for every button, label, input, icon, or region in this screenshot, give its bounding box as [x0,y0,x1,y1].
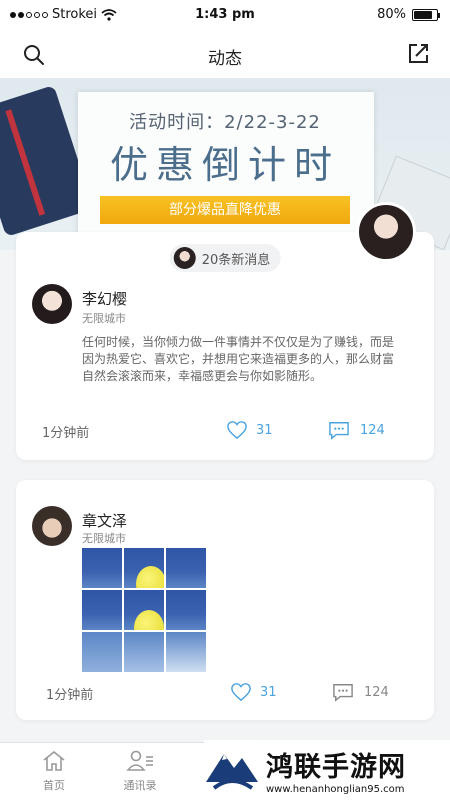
post-time: 1分钟前 [42,426,90,441]
photo-tile[interactable] [124,632,164,672]
banner-headline: 优惠倒计时 [109,143,340,187]
photo-tile[interactable] [82,590,122,630]
photo-tile[interactable] [166,548,206,588]
post-card: 20条新消息 李幻樱 无限城市 任何时候，当你倾力做一件事情并不仅仅是为了赚钱，… [16,232,434,460]
tab-contacts-label: 通讯录 [123,779,157,792]
comment-button[interactable]: 124 [328,420,385,440]
like-button[interactable]: 31 [230,682,277,702]
tab-home-label: 首页 [43,779,65,792]
photo-tile[interactable] [82,548,122,588]
comment-button[interactable]: 124 [332,682,389,702]
home-icon [43,750,65,771]
banner-ribbon: 部分爆品直降优惠 [88,196,362,230]
photo-tile[interactable] [166,632,206,672]
avatar[interactable] [32,284,72,324]
photo-tile[interactable] [124,590,164,630]
photo-tile[interactable] [124,548,164,588]
new-messages-pill[interactable]: 20条新消息 [169,244,281,272]
like-count: 31 [260,684,277,700]
avatar[interactable] [32,506,72,546]
post-location: 无限城市 [82,312,126,325]
comment-count: 124 [360,422,385,438]
post-footer: 1分钟前 31 124 [16,420,434,444]
like-count: 31 [256,422,273,438]
photo-grid[interactable] [82,548,206,672]
watermark: 鸿联手游网 www.henanhonglian95.com [204,740,450,800]
photo-tile[interactable] [166,590,206,630]
like-button[interactable]: 31 [226,420,273,440]
compose-icon[interactable] [406,42,430,66]
post-username[interactable]: 章文泽 [82,510,127,531]
new-messages-label: 20条新消息 [201,252,271,268]
battery-percent: 80% [377,7,406,22]
tab-contacts[interactable]: 通讯录 [100,749,180,793]
comment-count: 124 [364,684,389,700]
post-username[interactable]: 李幻樱 [82,288,127,309]
battery-icon [412,8,440,21]
watermark-logo-icon [204,742,260,798]
post-footer: 1分钟前 31 124 [16,682,434,706]
comment-icon [333,684,353,702]
contacts-icon [126,750,153,771]
avatar [173,247,196,269]
post-text: 任何时候，当你倾力做一件事情并不仅仅是为了赚钱，而是因为热爱它、喜欢它，并想用它… [82,335,395,383]
watermark-title: 鸿联手游网 [266,752,406,783]
post-card: 章文泽 无限城市 1分钟前 31 124 [16,480,434,720]
heart-icon [227,421,247,440]
profile-avatar[interactable] [356,202,416,262]
watermark-url: www.henanhonglian95.com [266,784,405,795]
page-title: 动态 [208,49,242,69]
status-bar: Strokei 1:43 pm 80% [0,0,450,30]
post-location: 无限城市 [82,532,126,545]
banner-date: 活动时间：2/22-3-22 [129,112,321,133]
comment-icon [329,422,349,440]
nav-bar: 动态 [0,30,450,78]
tab-home[interactable]: 首页 [14,749,94,793]
photo-tile[interactable] [82,632,122,672]
post-time: 1分钟前 [46,688,94,703]
heart-icon [231,683,251,702]
